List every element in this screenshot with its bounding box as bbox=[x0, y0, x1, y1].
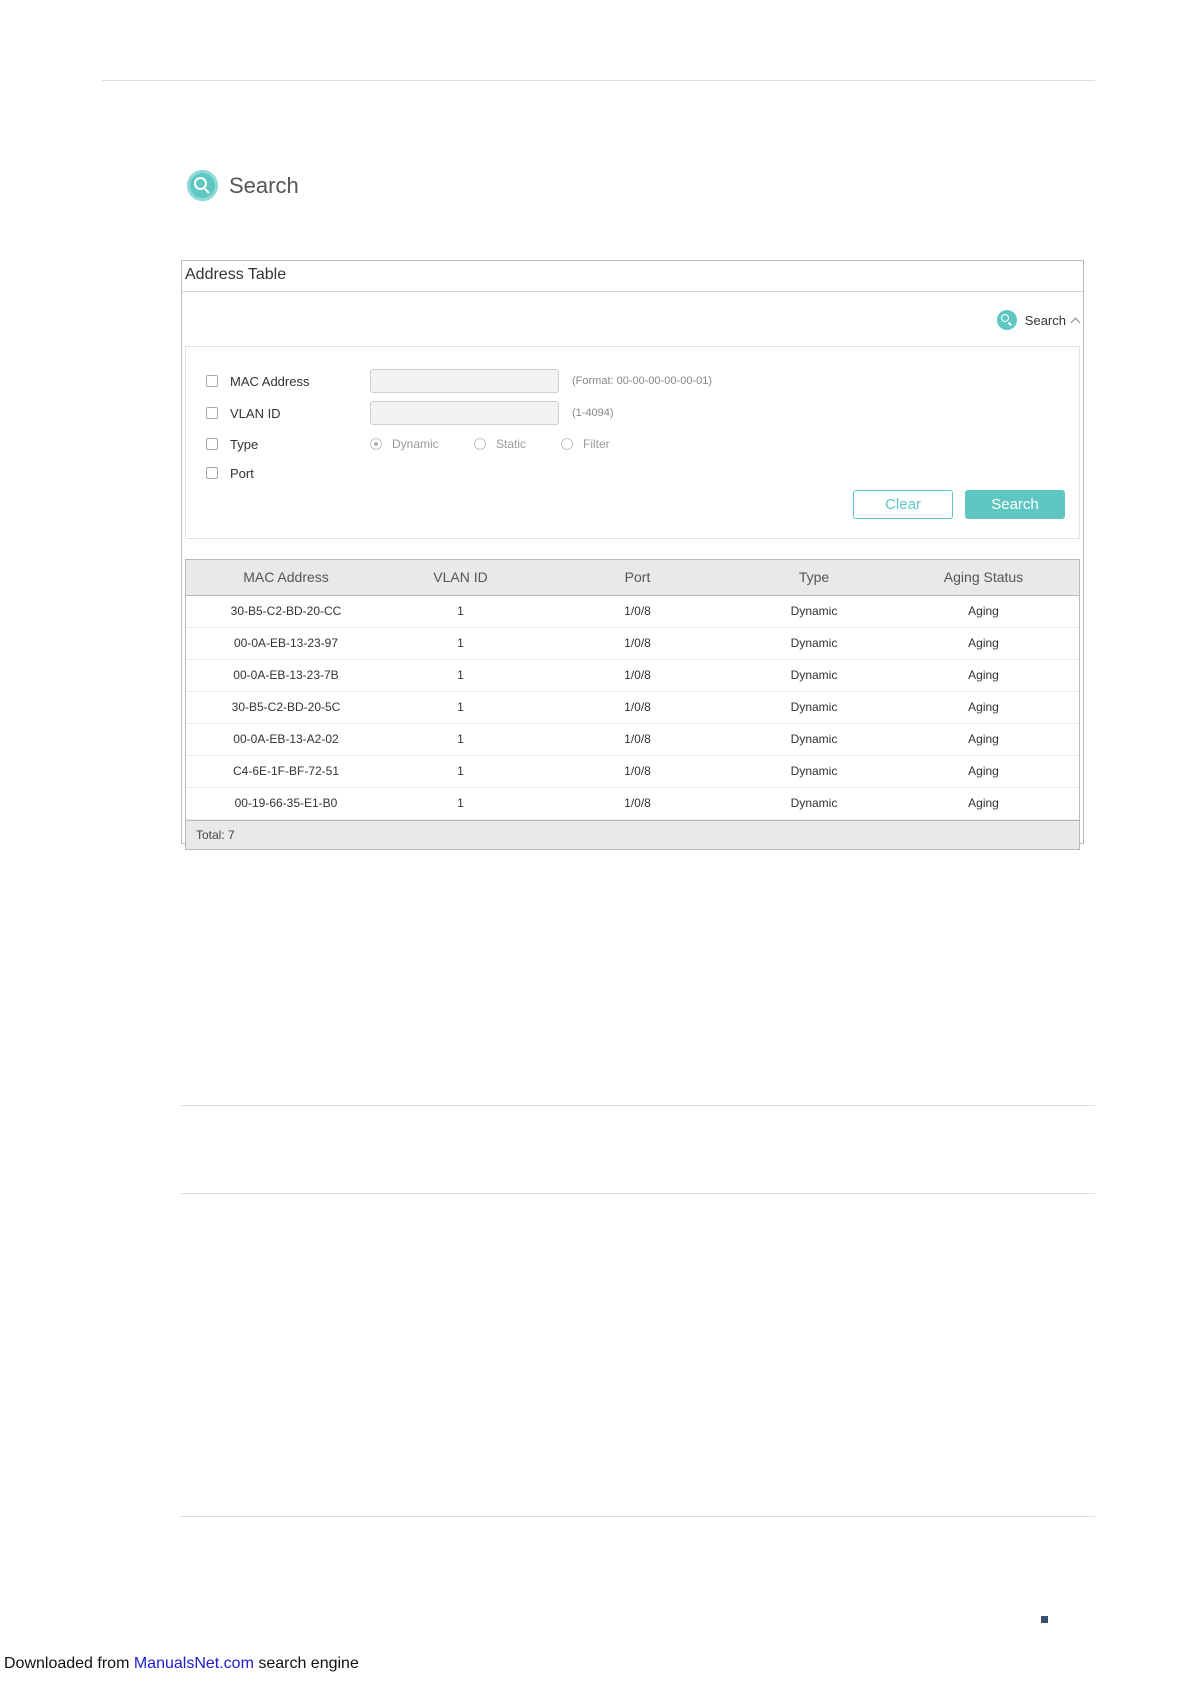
table-cell: 00-0A-EB-13-A2-02 bbox=[233, 732, 339, 746]
section-divider bbox=[181, 1193, 1095, 1194]
type-checkbox[interactable] bbox=[206, 438, 218, 450]
mac-address-input[interactable] bbox=[370, 369, 559, 393]
section-divider bbox=[181, 1105, 1095, 1106]
table-row[interactable]: 00-0A-EB-13-A2-02 1 1/0/8 Dynamic Aging bbox=[186, 724, 1079, 756]
column-header[interactable]: MAC Address bbox=[186, 560, 386, 595]
table-body: 30-B5-C2-BD-20-CC 1 1/0/8 Dynamic Aging 00-0A… bbox=[186, 596, 1079, 820]
search-button[interactable]: Search bbox=[965, 490, 1065, 519]
table-row[interactable]: 00-0A-EB-13-23-97 1 1/0/8 Dynamic Aging bbox=[186, 628, 1079, 660]
mac-address-row: MAC Address (Format: 00-00-00-00-00-01) bbox=[206, 369, 712, 393]
address-table: MAC Address VLAN ID Port Type Aging Stat… bbox=[185, 559, 1080, 850]
table-cell: Dynamic bbox=[790, 604, 838, 618]
radio-selected-icon bbox=[370, 438, 382, 450]
table-cell: Aging bbox=[968, 796, 999, 810]
column-header[interactable]: VLAN ID bbox=[386, 560, 535, 595]
column-header[interactable]: Type bbox=[740, 560, 888, 595]
table-cell: Aging bbox=[968, 668, 999, 682]
table-cell: 1 bbox=[457, 636, 464, 650]
table-cell: Aging bbox=[968, 636, 999, 650]
vlan-id-checkbox[interactable] bbox=[206, 407, 218, 419]
panel-title: Address Table bbox=[182, 261, 1083, 292]
table-cell: Dynamic bbox=[790, 700, 838, 714]
table-cell: 1 bbox=[457, 668, 464, 682]
mac-address-hint: (Format: 00-00-00-00-00-01) bbox=[572, 375, 713, 387]
table-cell: 1/0/8 bbox=[624, 732, 651, 746]
type-row: Type Dynamic Static Filter bbox=[206, 433, 610, 455]
table-cell: 1 bbox=[457, 796, 464, 810]
type-radio-dynamic[interactable]: Dynamic bbox=[370, 437, 439, 451]
footer-suffix: search engine bbox=[253, 1655, 359, 1672]
vlan-id-hint: (1-4094) bbox=[572, 407, 614, 419]
type-option-label: Dynamic bbox=[392, 437, 439, 451]
vlan-id-row: VLAN ID (1-4094) bbox=[206, 401, 614, 425]
column-header[interactable]: Port bbox=[535, 560, 740, 595]
table-cell: 1/0/8 bbox=[624, 636, 651, 650]
address-table-panel: Address Table Search MAC Address (Format… bbox=[181, 260, 1084, 850]
table-cell: 30-B5-C2-BD-20-CC bbox=[230, 604, 342, 618]
table-cell: Dynamic bbox=[790, 732, 838, 746]
table-cell: 00-19-66-35-E1-B0 bbox=[234, 796, 338, 810]
table-cell: 1 bbox=[457, 764, 464, 778]
table-row[interactable]: 00-0A-EB-13-23-7B 1 1/0/8 Dynamic Aging bbox=[186, 660, 1079, 692]
port-row: Port bbox=[206, 462, 254, 484]
type-radio-filter[interactable]: Filter bbox=[561, 437, 610, 451]
table-cell: Aging bbox=[968, 764, 999, 778]
column-header[interactable]: Aging Status bbox=[888, 560, 1079, 595]
clear-button[interactable]: Clear bbox=[853, 490, 953, 519]
search-icon bbox=[187, 170, 218, 201]
mac-address-checkbox[interactable] bbox=[206, 375, 218, 387]
table-cell: Aging bbox=[968, 700, 999, 714]
table-cell: 1 bbox=[457, 604, 464, 618]
table-row[interactable]: 30-B5-C2-BD-20-CC 1 1/0/8 Dynamic Aging bbox=[186, 596, 1079, 628]
radio-icon bbox=[474, 438, 486, 450]
search-form: MAC Address (Format: 00-00-00-00-00-01) … bbox=[185, 346, 1080, 539]
table-row[interactable]: 30-B5-C2-BD-20-5C 1 1/0/8 Dynamic Aging bbox=[186, 692, 1079, 724]
port-checkbox[interactable] bbox=[206, 467, 218, 479]
table-cell: Aging bbox=[968, 604, 999, 618]
table-cell: 1/0/8 bbox=[624, 604, 651, 618]
table-total: Total: 7 bbox=[186, 820, 1079, 849]
table-cell: 30-B5-C2-BD-20-5C bbox=[231, 700, 341, 714]
type-radio-static[interactable]: Static bbox=[474, 437, 526, 451]
footer-prefix: Downloaded from bbox=[4, 1655, 134, 1672]
table-cell: 1/0/8 bbox=[624, 668, 651, 682]
type-option-label: Filter bbox=[583, 437, 610, 451]
table-cell: Dynamic bbox=[790, 796, 838, 810]
search-icon bbox=[996, 310, 1017, 330]
search-toggle[interactable]: Search bbox=[996, 310, 1081, 330]
port-label: Port bbox=[230, 465, 254, 481]
page-marker bbox=[1041, 1616, 1048, 1623]
table-cell: C4-6E-1F-BF-72-51 bbox=[232, 764, 340, 778]
mac-address-label: MAC Address bbox=[230, 373, 310, 389]
table-cell: 1/0/8 bbox=[624, 796, 651, 810]
table-cell: 1 bbox=[457, 700, 464, 714]
section-divider bbox=[181, 1516, 1095, 1517]
footer-link[interactable]: ManualsNet.com bbox=[134, 1655, 254, 1672]
type-label: Type bbox=[230, 436, 259, 452]
table-row[interactable]: 00-19-66-35-E1-B0 1 1/0/8 Dynamic Aging bbox=[186, 788, 1079, 820]
table-cell: 1 bbox=[457, 732, 464, 746]
vlan-id-label: VLAN ID bbox=[230, 405, 281, 421]
table-cell: 00-0A-EB-13-23-7B bbox=[233, 668, 339, 682]
table-cell: 1/0/8 bbox=[624, 764, 651, 778]
table-cell: 00-0A-EB-13-23-97 bbox=[233, 636, 339, 650]
table-cell: Dynamic bbox=[790, 636, 838, 650]
vlan-id-input[interactable] bbox=[370, 401, 559, 425]
search-toggle-label: Search bbox=[1024, 312, 1066, 328]
chevron-up-icon bbox=[1070, 317, 1081, 327]
search-heading: Search bbox=[187, 170, 299, 201]
table-cell: 1/0/8 bbox=[624, 700, 651, 714]
top-divider bbox=[102, 80, 1095, 81]
table-cell: Aging bbox=[968, 732, 999, 746]
table-cell: Dynamic bbox=[790, 668, 838, 682]
table-header: MAC Address VLAN ID Port Type Aging Stat… bbox=[186, 560, 1079, 596]
radio-icon bbox=[561, 438, 573, 450]
table-cell: Dynamic bbox=[790, 764, 838, 778]
search-heading-label: Search bbox=[229, 172, 299, 198]
type-option-label: Static bbox=[496, 437, 527, 451]
download-footer: Downloaded from ManualsNet.com search en… bbox=[4, 1655, 359, 1673]
table-row[interactable]: C4-6E-1F-BF-72-51 1 1/0/8 Dynamic Aging bbox=[186, 756, 1079, 788]
